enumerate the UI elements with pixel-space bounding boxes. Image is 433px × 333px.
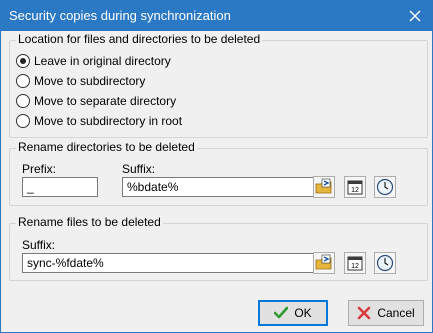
location-group-title: Location for files and directories to be… [16, 32, 263, 46]
placeholder-insert-icon[interactable] [313, 176, 335, 198]
radio-label: Move to separate directory [34, 94, 177, 108]
title-bar: Security copies during synchronization [1, 1, 432, 31]
dialog-window: Security copies during synchronization L… [0, 0, 433, 333]
svg-text:12: 12 [351, 187, 359, 194]
close-icon[interactable] [404, 6, 426, 26]
rename-directories-group-title: Rename directories to be deleted [16, 140, 197, 154]
calendar-icon[interactable]: 12 [344, 252, 366, 274]
clock-icon[interactable] [374, 252, 396, 274]
calendar-icon[interactable]: 12 [344, 176, 366, 198]
radio-move-to-subdirectory[interactable]: Move to subdirectory [16, 72, 145, 90]
svg-text:12: 12 [351, 263, 359, 270]
placeholder-insert-icon[interactable] [313, 252, 335, 274]
rename-files-group: Rename files to be deleted Suffix: sync-… [9, 215, 428, 281]
directory-suffix-input[interactable]: %bdate% [122, 177, 314, 197]
radio-button[interactable] [16, 54, 30, 68]
clock-icon[interactable] [374, 176, 396, 198]
checkmark-icon [274, 306, 289, 319]
radio-leave-in-original[interactable]: Leave in original directory [16, 52, 171, 70]
ok-label: OK [294, 306, 312, 320]
radio-button[interactable] [16, 74, 30, 88]
radio-label: Move to subdirectory [34, 74, 146, 88]
rename-files-group-title: Rename files to be deleted [16, 215, 163, 229]
radio-label: Leave in original directory [34, 54, 171, 68]
location-group: Location for files and directories to be… [9, 32, 428, 138]
cancel-label: Cancel [377, 306, 415, 320]
radio-button[interactable] [16, 114, 30, 128]
cancel-button[interactable]: Cancel [348, 300, 424, 326]
prefix-input[interactable]: _ [22, 177, 98, 197]
file-suffix-input[interactable]: sync-%fdate% [22, 253, 314, 273]
x-icon [358, 306, 371, 320]
window-title: Security copies during synchronization [9, 8, 231, 23]
rename-directories-group: Rename directories to be deleted Prefix:… [9, 140, 428, 206]
radio-move-to-separate-directory[interactable]: Move to separate directory [16, 92, 176, 110]
ok-button[interactable]: OK [258, 300, 328, 326]
radio-label: Move to subdirectory in root [34, 114, 183, 128]
radio-move-to-subdirectory-in-root[interactable]: Move to subdirectory in root [16, 112, 182, 130]
suffix-label: Suffix: [122, 162, 156, 176]
prefix-label: Prefix: [22, 162, 57, 176]
suffix-label: Suffix: [22, 238, 56, 252]
radio-button[interactable] [16, 94, 30, 108]
